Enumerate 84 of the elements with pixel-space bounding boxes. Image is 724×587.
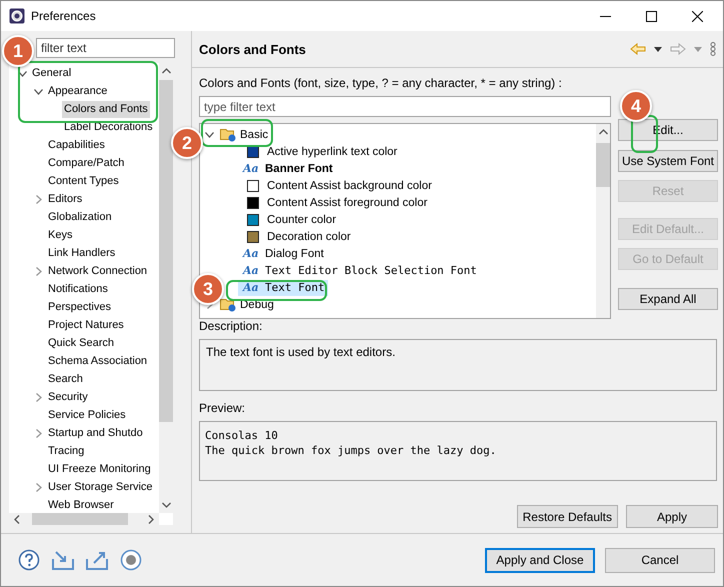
tree-item[interactable]: Content Assist foreground color xyxy=(238,194,430,210)
tree-item[interactable]: User Storage Service xyxy=(46,478,155,496)
tree-item[interactable]: Colors and Fonts xyxy=(62,100,150,118)
tree-item[interactable]: Aa Dialog Font xyxy=(238,246,327,262)
tree-item[interactable]: Editors xyxy=(46,190,84,208)
tree-item[interactable]: Service Policies xyxy=(46,406,128,424)
font-icon: Aa xyxy=(243,162,263,175)
page-title: Colors and Fonts xyxy=(199,42,307,56)
tree-item[interactable]: Capabilities xyxy=(46,136,107,154)
tree-item[interactable]: Label Decorations xyxy=(62,118,155,136)
horizontal-scrollbar[interactable] xyxy=(9,513,159,525)
maximize-icon[interactable] xyxy=(646,10,657,22)
action-button[interactable]: Restore Defaults xyxy=(516,505,618,528)
scroll-thumb[interactable] xyxy=(596,143,610,187)
export-icon[interactable] xyxy=(86,550,108,570)
tree-item[interactable]: Content Assist background color xyxy=(238,178,435,194)
font-icon: Aa xyxy=(243,264,263,277)
tree-item[interactable]: Startup and Shutdo xyxy=(46,424,145,442)
scroll-left-icon[interactable] xyxy=(14,514,20,524)
scroll-up-icon[interactable] xyxy=(598,129,608,135)
tree-item[interactable]: Decoration color xyxy=(238,228,354,244)
tree-item[interactable]: Perspectives xyxy=(46,298,113,316)
tree-item[interactable]: Network Connection xyxy=(46,262,150,280)
vertical-scrollbar[interactable] xyxy=(596,124,610,318)
font-icon: Aa xyxy=(243,247,263,260)
tree-item[interactable]: Quick Search xyxy=(46,334,116,352)
tree-item[interactable]: Tracing xyxy=(46,442,86,460)
folder-icon xyxy=(220,297,236,312)
tree-item[interactable]: Basic xyxy=(217,126,272,142)
tree-item[interactable]: Keys xyxy=(46,226,74,244)
dialog-button[interactable]: Apply and Close xyxy=(485,548,595,572)
tree-item[interactable]: Counter color xyxy=(238,212,340,228)
filter-field[interactable]: type filter text xyxy=(199,96,611,117)
tree-item[interactable]: Notifications xyxy=(46,280,110,298)
import-icon[interactable] xyxy=(52,550,74,570)
scroll-thumb[interactable] xyxy=(159,80,173,422)
action-button[interactable]: Apply xyxy=(626,505,718,528)
expander-icon[interactable] xyxy=(34,86,43,96)
preview-label: Preview: xyxy=(199,401,246,416)
tree-item[interactable]: Link Handlers xyxy=(46,244,118,262)
help-icon[interactable] xyxy=(18,549,40,571)
scroll-right-icon[interactable] xyxy=(148,514,154,524)
step-badge: 3 xyxy=(192,273,224,305)
step-badge: 1 xyxy=(2,35,34,67)
tree-item[interactable]: Project Natures xyxy=(46,316,126,334)
tree-item[interactable]: Security xyxy=(46,388,90,406)
dropdown-icon[interactable] xyxy=(654,46,662,52)
tree-item[interactable]: Content Types xyxy=(46,172,121,190)
tree-item[interactable]: Schema Association xyxy=(46,352,150,370)
scroll-down-icon[interactable] xyxy=(162,502,170,508)
font-icon: Aa xyxy=(243,281,263,294)
preview-box: Consolas 10 The quick brown fox jumps over the lazy dog. xyxy=(199,421,717,481)
step-badge: 4 xyxy=(620,90,652,122)
filter-field[interactable]: filter text xyxy=(36,38,175,58)
tree-item[interactable]: Web Browser xyxy=(46,496,116,513)
step-badge: 2 xyxy=(171,127,203,159)
expander-icon[interactable] xyxy=(205,130,214,139)
close-icon[interactable] xyxy=(692,10,703,22)
description-box: The text font is used by text editors. xyxy=(199,339,717,391)
vertical-scrollbar[interactable] xyxy=(159,63,173,513)
side-button[interactable]: Use System Font xyxy=(618,150,718,172)
tree-item[interactable]: Globalization xyxy=(46,208,114,226)
record-icon[interactable] xyxy=(120,549,142,571)
side-button[interactable]: Expand All xyxy=(618,288,718,310)
window-title: Preferences xyxy=(31,9,97,23)
more-menu-icon[interactable] xyxy=(710,42,716,56)
tree-item[interactable]: General xyxy=(30,64,74,82)
forward-arrow-icon[interactable] xyxy=(670,43,686,55)
tree-item[interactable]: Active hyperlink text color xyxy=(238,144,400,160)
tree-item[interactable]: Aa Text Editor Block Selection Font xyxy=(238,262,480,278)
folder-icon xyxy=(220,127,236,142)
dialog-button[interactable]: Cancel xyxy=(605,548,715,572)
tree-item[interactable]: Compare/Patch xyxy=(46,154,126,172)
tree-item[interactable]: Aa Banner Font xyxy=(238,160,336,176)
description-label: Description: xyxy=(199,319,262,334)
scroll-up-icon[interactable] xyxy=(162,68,170,74)
tree-item[interactable]: UI Freeze Monitoring xyxy=(46,460,153,478)
back-arrow-icon[interactable] xyxy=(630,43,646,55)
tree-item[interactable]: Search xyxy=(46,370,85,388)
filter-label: Colors and Fonts (font, size, type, ? = any character, * = any string) : xyxy=(199,76,562,91)
tree-item[interactable]: Appearance xyxy=(46,82,110,100)
expander-icon[interactable] xyxy=(18,68,27,78)
scroll-thumb[interactable] xyxy=(32,513,128,525)
app-icon xyxy=(9,8,25,24)
